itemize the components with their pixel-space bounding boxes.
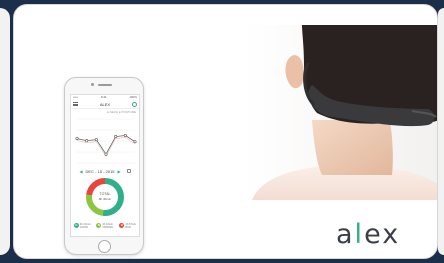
calendar-icon <box>126 169 131 173</box>
menu-icon <box>73 102 78 106</box>
graph-point <box>133 140 137 144</box>
stat-good: G 4h 23min GOOD <box>73 223 91 229</box>
status-battery: 100% <box>129 95 137 99</box>
graph-point <box>104 152 108 156</box>
logo-prefix: a <box>336 219 355 250</box>
logo-mid: l <box>354 219 365 250</box>
logo-suffix: ex <box>364 219 401 250</box>
status-carrier: ••••• <box>73 95 79 99</box>
graph-point <box>114 135 118 139</box>
good-badge-icon: G <box>73 223 79 228</box>
stat-bad-label: BAD <box>125 225 131 229</box>
graph-point <box>123 133 127 137</box>
normal-badge-icon: N <box>96 223 102 228</box>
prev-arrow-icon: ◀ <box>79 168 83 174</box>
total-value: 8h 30min <box>98 197 112 201</box>
phone-mockup: ••••• 9:41 100% ALEX ● NECK ● POSTURE ◀ … <box>64 77 144 255</box>
next-slide-card[interactable] <box>438 8 444 255</box>
app-screen: ••••• 9:41 100% ALEX ● NECK ● POSTURE ◀ … <box>70 94 140 237</box>
neck-shape <box>312 120 393 175</box>
bad-badge-icon: B <box>119 223 125 228</box>
stat-row: G 4h 23min GOOD N 2h 10min NORMAL B 1h 57m… <box>71 221 139 230</box>
app-title: ALEX <box>99 101 111 107</box>
carousel-slide[interactable]: ••••• 9:41 100% ALEX ● NECK ● POSTURE ◀ … <box>13 4 438 259</box>
posture-line-chart <box>75 118 137 164</box>
total-donut: TOTAL 8h 30min <box>71 175 139 221</box>
posture-graph <box>71 115 139 167</box>
total-label: TOTAL <box>99 192 111 196</box>
product-photo <box>242 25 437 200</box>
status-time: 9:41 <box>100 95 107 99</box>
next-arrow-icon: ▶ <box>117 168 121 174</box>
stat-normal: N 2h 10min NORMAL <box>96 223 114 229</box>
stat-normal-label: NORMAL <box>102 225 114 229</box>
previous-slide-card[interactable] <box>0 8 10 255</box>
refresh-icon <box>131 101 137 107</box>
graph-point <box>94 138 98 142</box>
app-header: ALEX <box>71 100 139 109</box>
date-label: DEC - 15 - 2015 <box>85 168 115 174</box>
stat-bad: B 1h 57min BAD <box>119 223 136 229</box>
camera-icon <box>91 83 94 86</box>
home-button-icon <box>98 240 111 253</box>
date-selector: ◀ DEC - 15 - 2015 ▶ <box>71 167 139 175</box>
alex-logo: alex <box>336 219 400 250</box>
graph-point <box>85 139 89 143</box>
stat-good-label: GOOD <box>79 225 88 229</box>
graph-point <box>75 137 79 141</box>
speaker-icon <box>98 84 112 86</box>
